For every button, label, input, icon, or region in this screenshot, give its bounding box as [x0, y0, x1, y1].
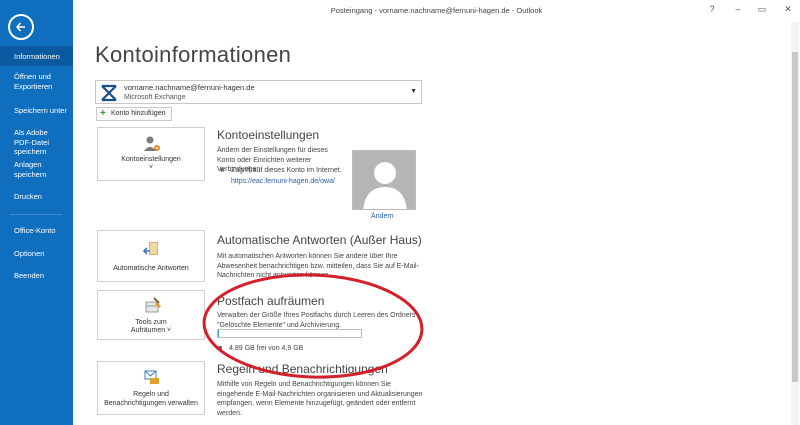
nav-adobe-pdf[interactable]: Als Adobe PDF-Datei speichern	[0, 128, 66, 157]
rules-alerts-text: Mithilfe von Regeln und Benachrichtigung…	[217, 381, 423, 417]
cleanup-tools-label-2: Aufräumen ˅	[130, 327, 172, 334]
nav-beenden[interactable]: Beenden	[0, 271, 73, 281]
profile-photo	[352, 150, 416, 210]
bullet-icon: ■	[220, 167, 225, 174]
window-title: Posteingang - vorname.nachname@fernuni-h…	[330, 6, 543, 15]
nav-oeffnen-exportieren[interactable]: Öffnen und Exportieren	[0, 72, 60, 91]
nav-separator	[10, 214, 62, 215]
auto-replies-title: Automatische Antworten (Außer Haus)	[217, 233, 422, 247]
help-button[interactable]: ?	[705, 4, 719, 14]
dropdown-caret-icon: ▼	[410, 88, 417, 95]
mailbox-cleanup-title: Postfach aufräumen	[217, 294, 325, 308]
auto-replies-text: Mit automatischen Antworten können Sie a…	[217, 253, 419, 279]
change-photo-link[interactable]: Ändern	[371, 213, 394, 220]
add-account-label: Konto hinzufügen	[111, 110, 166, 117]
account-email: vorname.nachname@fernuni-hagen.de	[124, 83, 255, 92]
minimize-button[interactable]: –	[731, 4, 745, 14]
nav-drucken[interactable]: Drucken	[0, 192, 73, 202]
bullet-icon: ■	[218, 345, 223, 352]
rules-alerts-icon	[144, 370, 159, 384]
nav-informationen[interactable]: Informationen	[0, 46, 73, 66]
back-button[interactable]	[8, 14, 34, 40]
rules-alerts-title: Regeln und Benachrichtigungen	[217, 362, 388, 376]
nav-optionen[interactable]: Optionen	[0, 249, 73, 259]
cleanup-tools-button[interactable]: Tools zum Aufräumen ˅	[97, 290, 205, 340]
account-settings-title: Kontoeinstellungen	[217, 128, 320, 142]
rules-label-2: Benachrichtigungen verwalten	[104, 400, 198, 407]
page-title: Kontoinformationen	[95, 42, 292, 67]
title-bar: Posteingang - vorname.nachname@fernuni-h…	[73, 0, 800, 22]
nav-office-konto[interactable]: Office-Konto	[0, 226, 73, 236]
auto-replies-button[interactable]: Automatische Antworten	[97, 230, 205, 282]
chevron-down-icon: ˅	[148, 164, 154, 171]
auto-reply-icon	[142, 242, 158, 255]
nav-anlagen-speichern[interactable]: Anlagen speichern	[0, 160, 54, 179]
mailbox-quota-fill	[218, 330, 220, 337]
rules-label-1: Regeln und	[133, 391, 169, 398]
scrollbar[interactable]	[791, 22, 799, 425]
add-account-button[interactable]: + Konto hinzufügen	[96, 107, 172, 121]
mailbox-quota-bar	[217, 329, 362, 338]
account-access-text: Zugriff auf dieses Konto im Internet.	[231, 167, 342, 174]
account-selector[interactable]: vorname.nachname@fernuni-hagen.de Micros…	[95, 80, 422, 104]
rules-alerts-button[interactable]: Regeln und Benachrichtigungen verwalten	[97, 361, 205, 415]
cleanup-tools-icon	[145, 297, 161, 313]
scrollbar-thumb[interactable]	[792, 52, 798, 382]
mailbox-cleanup-text: Verwalten der Größe Ihres Postfachs durc…	[217, 312, 416, 329]
mailbox-quota-text: 4,89 GB frei von 4,9 GB	[229, 345, 304, 352]
person-placeholder-icon	[363, 162, 407, 209]
back-arrow-icon	[15, 22, 25, 32]
backstage-sidebar: Informationen Öffnen und Exportieren Spe…	[0, 0, 73, 425]
account-type: Microsoft Exchange	[124, 94, 186, 101]
auto-replies-label: Automatische Antworten	[113, 265, 189, 272]
nav-speichern-unter[interactable]: Speichern unter	[0, 106, 73, 116]
close-button[interactable]: ✕	[781, 4, 795, 15]
account-settings-icon	[144, 136, 160, 151]
exchange-icon	[100, 84, 118, 102]
restore-button[interactable]: ▭	[755, 4, 769, 15]
account-settings-button[interactable]: Kontoeinstellungen ˅	[97, 127, 205, 181]
plus-icon: +	[100, 108, 106, 119]
owa-link[interactable]: https://eac.fernuni-hagen.de/owa/	[231, 178, 335, 185]
